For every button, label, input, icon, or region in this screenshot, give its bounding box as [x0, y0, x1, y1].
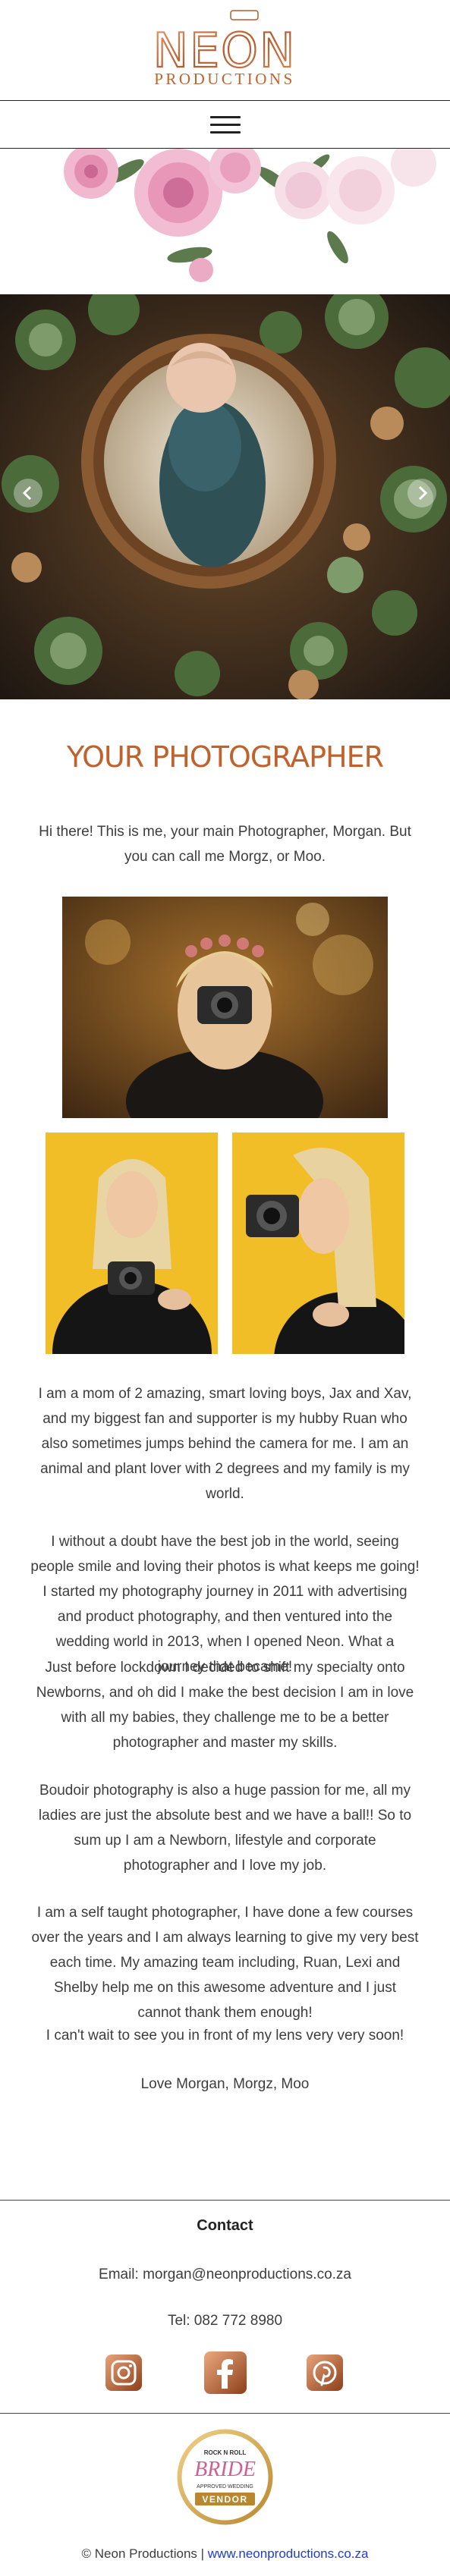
logo-camera-icon	[230, 10, 259, 20]
footer-copyright: © Neon Productions |	[81, 2546, 205, 2561]
newborn-hero-image	[0, 294, 450, 699]
site-logo[interactable]: NEON PRODUCTIONS	[0, 0, 450, 100]
badge-line3: VENDOR	[202, 2494, 247, 2505]
contact-title: Contact	[197, 2217, 253, 2234]
logo-subtitle: PRODUCTIONS	[154, 70, 295, 88]
contact-phone[interactable]: Tel: 082 772 8980	[0, 2313, 450, 2329]
flower-banner	[0, 141, 450, 284]
bio-paragraph-4: Boudoir photography is also a huge passi…	[38, 1783, 412, 1874]
bio-paragraph-1: I am a mom of 2 amazing, smart loving bo…	[38, 1386, 412, 1502]
photographer-photo-yellow-1	[46, 1132, 218, 1354]
contact-email[interactable]: Email: morgan@neonproductions.co.za	[0, 2267, 450, 2283]
badge-line2: APPROVED WEDDING	[197, 2484, 253, 2490]
slider-prev-button[interactable]	[14, 479, 42, 507]
footer: © Neon Productions | www.neonproductions…	[0, 2546, 450, 2562]
badge-word: BRIDE	[194, 2458, 256, 2481]
hamburger-icon[interactable]	[210, 115, 241, 136]
photographer-photo-main	[62, 897, 388, 1118]
contact-divider-bottom	[0, 2413, 450, 2414]
photographer-photo-yellow-2	[232, 1132, 404, 1354]
bio-paragraph-5: I am a self taught photographer, I have …	[31, 1905, 419, 2021]
bio-paragraph-3: Just before lockdown I decided to shift …	[36, 1660, 414, 1751]
chevron-left-icon	[22, 485, 32, 501]
slider-next-button[interactable]	[408, 479, 436, 507]
hero-slider[interactable]	[0, 294, 450, 699]
badge-line1: ROCK N ROLL	[204, 2449, 247, 2456]
bio-paragraph-6: I can't wait to see you in front of my l…	[46, 2028, 404, 2044]
chevron-right-icon	[418, 485, 428, 501]
footer-website-link[interactable]: www.neonproductions.co.za	[208, 2546, 369, 2561]
bride-vendor-badge[interactable]: ROCK N ROLL BRIDE APPROVED WEDDING VENDO…	[175, 2427, 275, 2527]
instagram-icon[interactable]	[105, 2354, 143, 2392]
signoff: Love Morgan, Morgz, Moo	[140, 2076, 310, 2092]
intro-text: Hi there! This is me, your main Photogra…	[39, 824, 411, 865]
section-title: YOUR PHOTOGRAPHER	[66, 740, 384, 774]
contact-divider-top	[0, 2200, 450, 2201]
facebook-icon[interactable]	[203, 2351, 247, 2395]
nav-bar	[0, 100, 450, 149]
pinterest-icon[interactable]	[306, 2354, 344, 2392]
neon-logo-graphic: NEON PRODUCTIONS	[153, 10, 295, 88]
